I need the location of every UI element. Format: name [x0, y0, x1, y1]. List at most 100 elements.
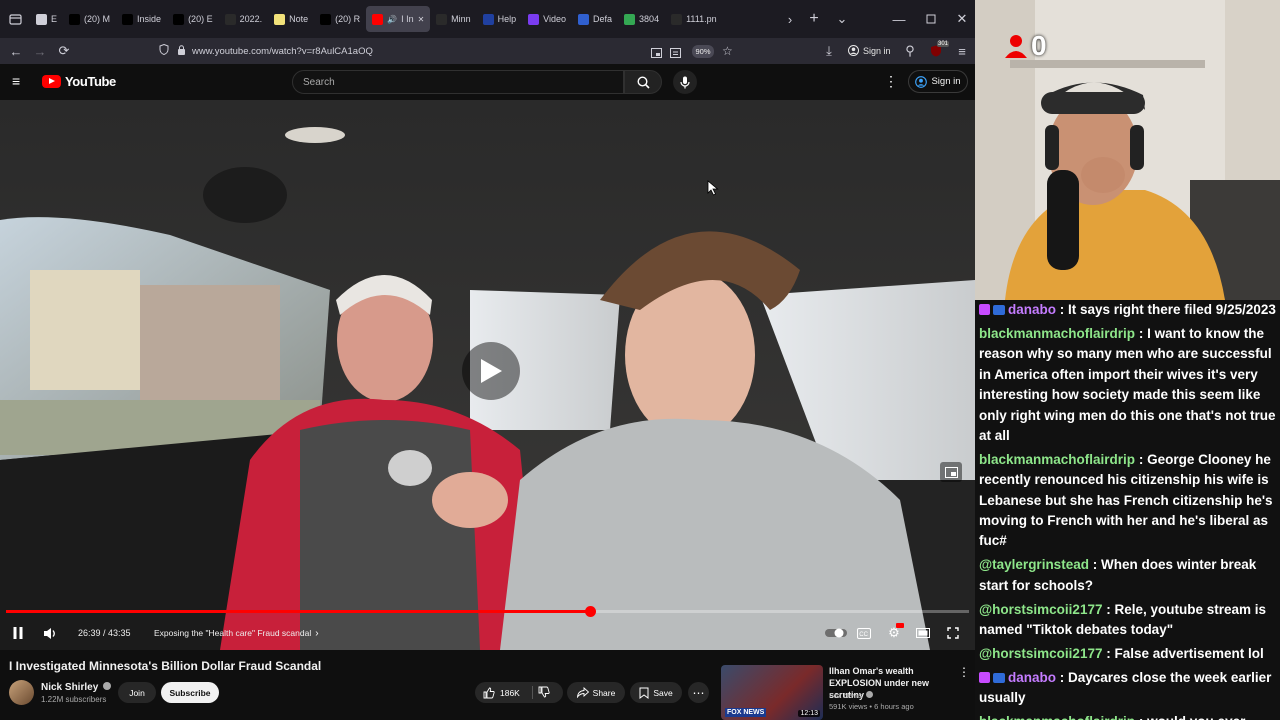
channel-name[interactable]: Nick Shirley [41, 682, 112, 693]
subscribe-button[interactable]: Subscribe [161, 682, 219, 703]
voice-search-button[interactable] [673, 70, 697, 94]
browser-tab[interactable]: 🔊 I In ✕ [366, 6, 431, 32]
center-play-button[interactable] [462, 342, 520, 400]
chat-message: danabo : It says right there filed 9/25/… [979, 300, 1276, 320]
settings-kebab-icon[interactable]: ⋮ [884, 74, 898, 88]
chat-username[interactable]: blackmanmachoflairdrip [979, 452, 1135, 467]
save-button[interactable]: Save [630, 682, 682, 703]
browser-tab[interactable]: 3804 [618, 0, 665, 38]
browser-tab-label: (20) M [84, 14, 111, 24]
browser-tab[interactable]: Minn [430, 0, 477, 38]
pause-button[interactable] [10, 620, 26, 646]
chat-username[interactable]: @horstsimcoii2177 [979, 646, 1102, 661]
autoplay-toggle[interactable] [824, 620, 848, 646]
like-button[interactable]: 186K [483, 687, 520, 699]
live-chat: danabo : It says right there filed 9/25/… [975, 300, 1280, 720]
ublock-extension-icon[interactable]: 301 [924, 38, 950, 64]
chevron-right-icon: › [315, 627, 319, 639]
miniplayer-button[interactable] [940, 462, 962, 482]
tracking-protection-icon[interactable] [159, 43, 169, 58]
user-circle-icon [915, 75, 928, 88]
related-video-thumbnail[interactable]: FOX NEWS 12:13 [721, 665, 823, 720]
dislike-button[interactable] [538, 686, 550, 700]
browser-tab-label: Video [543, 14, 567, 24]
bookmark-star-icon[interactable]: ☆ [722, 44, 733, 58]
youtube-signin-label: Sign in [931, 76, 961, 87]
browser-tab-label: 3804 [639, 14, 660, 24]
browser-tab[interactable]: Defa [572, 0, 618, 38]
extensions-icon[interactable]: ⚲ [898, 38, 922, 64]
audio-playing-icon[interactable]: 🔊 [387, 15, 397, 24]
progress-bar[interactable] [6, 606, 969, 617]
theater-mode-button[interactable] [914, 620, 932, 646]
chat-username[interactable]: danabo [1008, 670, 1056, 685]
downloads-icon[interactable]: ⤓ [817, 38, 841, 64]
reader-view-icon[interactable] [670, 45, 681, 63]
chevron-left-icon [36, 13, 47, 25]
close-tab-icon[interactable]: ✕ [418, 15, 425, 24]
browser-tab[interactable]: 1111.pn [665, 0, 719, 38]
channel-avatar[interactable] [9, 680, 34, 705]
cc-icon: CC [857, 627, 871, 639]
chat-username[interactable]: blackmanmachoflairdrip [979, 714, 1135, 720]
chat-username[interactable]: blackmanmachoflairdrip [979, 326, 1135, 341]
heart-badge-icon [979, 304, 990, 315]
chat-message: @horstsimcoii2177 : False advertisement … [979, 644, 1276, 664]
browser-tab[interactable]: Note [268, 0, 314, 38]
search-input[interactable]: Search [292, 70, 624, 94]
volume-button[interactable] [40, 620, 60, 646]
browser-tab-label: 1111.pn [686, 14, 717, 24]
browser-tab[interactable]: Help [477, 0, 523, 38]
maximize-icon[interactable] [922, 0, 940, 38]
chapter-button[interactable]: Exposing the "Health care" Fraud scandal… [154, 620, 319, 646]
new-tab-icon[interactable]: + [806, 0, 822, 38]
minimize-icon[interactable]: — [890, 0, 908, 38]
chat-separator: : [1102, 601, 1115, 617]
chat-username[interactable]: danabo [1008, 302, 1056, 317]
guide-menu-icon[interactable]: ≡ [12, 74, 26, 88]
image-file-icon [671, 13, 683, 25]
search-icon [636, 75, 650, 89]
browser-tab[interactable]: (20) M [63, 0, 116, 38]
url-text: www.youtube.com/watch?v=r8AulCA1aOQ [192, 45, 373, 57]
picture-in-picture-icon[interactable] [651, 45, 662, 63]
browser-tab[interactable]: (20) R [314, 0, 366, 38]
join-button[interactable]: Join [118, 682, 156, 703]
list-tabs-icon[interactable]: ⌄ [834, 0, 850, 38]
back-icon[interactable]: ← [4, 38, 28, 64]
forward-icon[interactable]: → [28, 38, 52, 64]
browser-tab[interactable]: (20) E [167, 0, 219, 38]
thumbs-up-icon [483, 687, 495, 698]
extension-badge: 301 [937, 41, 950, 47]
related-more-icon[interactable]: ⋮ [958, 665, 970, 679]
browser-tab[interactable]: Video [522, 0, 572, 38]
video-player[interactable]: 26:39 / 43:35 Exposing the "Health care"… [0, 100, 975, 650]
subtitles-button[interactable]: CC [855, 620, 873, 646]
search-placeholder: Search [303, 76, 335, 88]
chat-username[interactable]: @taylergrinstead [979, 557, 1089, 572]
tab-overview-icon[interactable] [0, 0, 30, 38]
close-window-icon[interactable]: ✕ [953, 0, 971, 38]
firefox-account-button[interactable]: Sign in [848, 38, 891, 64]
app-menu-icon[interactable]: ≡ [950, 38, 974, 64]
settings-button[interactable]: ⚙ [884, 620, 904, 646]
browser-tab[interactable]: 2022. [219, 0, 269, 38]
chat-username[interactable]: @horstsimcoii2177 [979, 602, 1102, 617]
navigation-toolbar: ← → ⟳ www.youtube.com/watch?v=r8AulCA1aO… [0, 38, 975, 64]
related-channel[interactable]: Fox News [829, 691, 862, 700]
search-button[interactable] [624, 70, 662, 94]
zoom-level-badge[interactable]: 90% [692, 45, 714, 58]
tabs-scroll-right-icon[interactable]: › [782, 0, 798, 38]
chat-message: blackmanmachoflairdrip : I want to know … [979, 324, 1276, 446]
browser-tab[interactable]: E [30, 0, 63, 38]
more-actions-button[interactable]: ⋯ [688, 682, 709, 703]
share-button[interactable]: Share [567, 682, 625, 703]
share-label: Share [592, 687, 616, 698]
youtube-signin-button[interactable]: Sign in [908, 70, 968, 93]
lock-icon[interactable] [177, 42, 186, 60]
browser-tab[interactable]: Inside [116, 0, 167, 38]
youtube-logo[interactable]: YouTube [42, 74, 116, 89]
reload-icon[interactable]: ⟳ [52, 38, 76, 64]
fullscreen-button[interactable] [944, 620, 962, 646]
url-bar[interactable]: www.youtube.com/watch?v=r8AulCA1aOQ 90% … [155, 40, 745, 62]
